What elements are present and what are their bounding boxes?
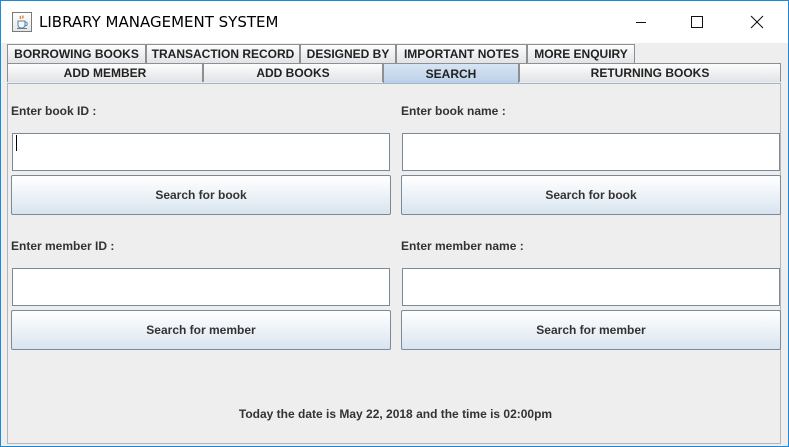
date-time-status: Today the date is May 22, 2018 and the t… [238, 407, 553, 421]
member-name-label: Enter member name : [401, 239, 524, 253]
app-window: LIBRARY MANAGEMENT SYSTEM BORROWING BOOK… [0, 0, 789, 447]
tab-more-enquiry[interactable]: MORE ENQUIRY [527, 44, 635, 63]
tab-add-member[interactable]: ADD MEMBER [7, 63, 203, 82]
book-name-input[interactable] [402, 133, 780, 171]
member-id-label: Enter member ID : [11, 239, 115, 253]
text-caret [16, 135, 17, 151]
tab-returning-books[interactable]: RETURNING BOOKS [519, 63, 781, 82]
book-id-input[interactable] [12, 133, 390, 171]
java-cup-icon [12, 12, 32, 32]
search-book-by-id-button[interactable]: Search for book [11, 175, 391, 215]
window-title: LIBRARY MANAGEMENT SYSTEM [39, 13, 279, 31]
maximize-button[interactable] [674, 1, 720, 43]
search-book-by-name-button[interactable]: Search for book [401, 175, 781, 215]
tab-add-books[interactable]: ADD BOOKS [203, 63, 383, 82]
book-id-label: Enter book ID : [11, 104, 97, 118]
tab-designed-by[interactable]: DESIGNED BY [300, 44, 396, 63]
title-bar: LIBRARY MANAGEMENT SYSTEM [1, 1, 788, 43]
minimize-button[interactable] [618, 1, 664, 43]
book-name-label: Enter book name : [401, 104, 506, 118]
member-id-input[interactable] [12, 268, 390, 306]
search-member-by-name-button[interactable]: Search for member [401, 310, 781, 350]
minimize-icon [636, 22, 646, 23]
search-member-by-id-button[interactable]: Search for member [11, 310, 391, 350]
close-button[interactable] [734, 1, 780, 43]
close-icon [750, 15, 764, 29]
maximize-icon [691, 16, 703, 28]
tab-important-notes[interactable]: IMPORTANT NOTES [396, 44, 527, 63]
tab-search[interactable]: SEARCH [383, 63, 519, 84]
tab-borrowing-books[interactable]: BORROWING BOOKS [7, 44, 146, 63]
tab-transaction-record[interactable]: TRANSACTION RECORD [146, 44, 300, 63]
member-name-input[interactable] [402, 268, 780, 306]
